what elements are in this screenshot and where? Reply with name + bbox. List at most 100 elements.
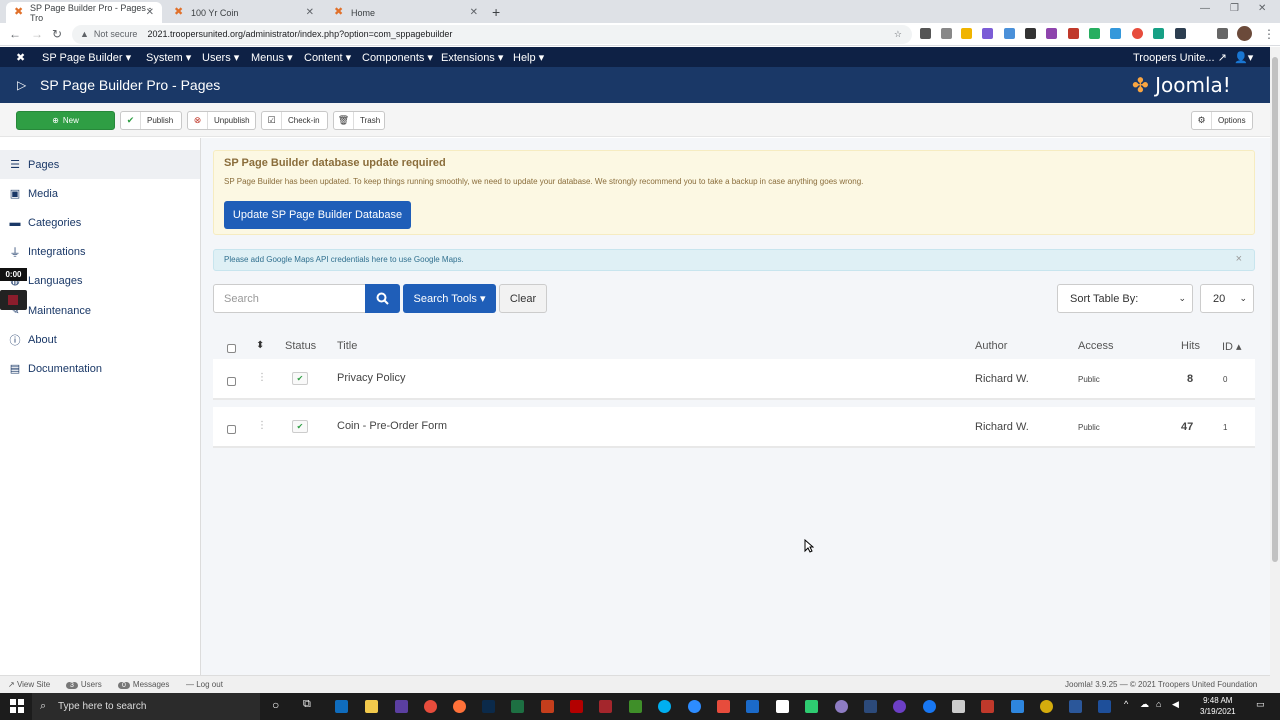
app-icon[interactable]: [981, 700, 994, 713]
record-stop-button[interactable]: [0, 290, 27, 310]
browser-tab-home[interactable]: ✖ Home ✕: [326, 2, 486, 23]
profile-avatar[interactable]: [1237, 26, 1252, 41]
published-check-icon[interactable]: ✔: [292, 372, 308, 385]
app-icon[interactable]: [717, 700, 730, 713]
sort-table-select[interactable]: Sort Table By: ⌄: [1057, 284, 1193, 313]
volume-icon[interactable]: ◀: [1172, 699, 1179, 710]
search-input[interactable]: Search: [213, 284, 366, 313]
row-checkbox[interactable]: [227, 425, 236, 434]
nav-content[interactable]: Content ▾: [304, 51, 351, 64]
word-icon[interactable]: [1069, 700, 1082, 713]
bookmark-star-icon[interactable]: ☆: [894, 25, 902, 44]
sidebar-item-maintenance[interactable]: ✎ Maintenance: [0, 296, 200, 325]
extension-icon[interactable]: [1068, 28, 1079, 39]
windows-start-icon[interactable]: [10, 699, 24, 713]
publish-button[interactable]: ✔ Publish: [120, 111, 182, 130]
header-hits[interactable]: Hits: [1181, 340, 1200, 352]
onedrive-icon[interactable]: ☁: [1140, 699, 1149, 710]
row-author[interactable]: Richard W.: [975, 421, 1029, 433]
sidebar-item-languages[interactable]: ◍ Languages: [0, 266, 200, 295]
extension-icon[interactable]: [961, 28, 972, 39]
taskbar-clock[interactable]: 9:48 AM 3/19/2021: [1200, 695, 1236, 717]
extension-icon[interactable]: [1175, 28, 1186, 39]
filezilla-icon[interactable]: [570, 700, 583, 713]
nav-help[interactable]: Help ▾: [513, 51, 544, 64]
ordering-sort-icon[interactable]: ⬍: [256, 340, 264, 351]
extension-icon[interactable]: [1132, 28, 1143, 39]
row-title-link[interactable]: Coin - Pre-Order Form: [337, 420, 447, 432]
network-icon[interactable]: ⌂: [1156, 699, 1161, 709]
users-link[interactable]: 3 Users: [66, 680, 102, 689]
app-icon[interactable]: [1098, 700, 1111, 713]
powerpoint-icon[interactable]: [541, 700, 554, 713]
chrome-icon[interactable]: [424, 700, 437, 713]
header-title[interactable]: Title: [337, 340, 357, 352]
cortana-icon[interactable]: ○: [272, 698, 279, 712]
nav-components[interactable]: Components ▾: [362, 51, 433, 64]
forward-icon[interactable]: →: [31, 27, 43, 41]
app-icon[interactable]: [746, 700, 759, 713]
outlook-icon[interactable]: [335, 700, 348, 713]
puzzle-extensions-icon[interactable]: [1217, 28, 1228, 39]
close-icon[interactable]: ×: [1236, 253, 1242, 265]
header-access[interactable]: Access: [1078, 340, 1113, 352]
row-checkbox[interactable]: [227, 377, 236, 386]
file-explorer-icon[interactable]: [365, 700, 378, 713]
url-field[interactable]: ▲ Not secure 2021.troopersunited.org/admin…: [72, 25, 912, 44]
search-tools-button[interactable]: Search Tools ▾: [403, 284, 496, 313]
nav-sp-page-builder[interactable]: SP Page Builder ▾: [42, 51, 131, 64]
new-button[interactable]: ⊕ New: [16, 111, 115, 130]
unpublish-button[interactable]: ⊗ Unpublish: [187, 111, 256, 130]
select-all-checkbox[interactable]: [227, 344, 236, 353]
zoom-icon[interactable]: [688, 700, 701, 713]
sidebar-item-categories[interactable]: ▬ Categories: [0, 208, 200, 237]
header-status[interactable]: Status: [285, 340, 316, 352]
app-icon[interactable]: [1011, 700, 1024, 713]
header-id[interactable]: ID ▴: [1222, 340, 1242, 353]
notifications-icon[interactable]: ▭: [1256, 699, 1265, 710]
browser-tab-active[interactable]: ✖ SP Page Builder Pro - Pages - Tro ✕: [6, 2, 162, 23]
trash-button[interactable]: 🗑 Trash: [333, 111, 385, 130]
joomla-menu-icon[interactable]: ✖: [16, 51, 25, 64]
excel-icon[interactable]: [511, 700, 524, 713]
app-icon[interactable]: [952, 700, 965, 713]
back-icon[interactable]: ←: [9, 27, 21, 41]
app-icon[interactable]: [864, 700, 877, 713]
app-icon[interactable]: [835, 700, 848, 713]
tray-chevron-icon[interactable]: ^: [1124, 699, 1128, 709]
search-button[interactable]: [365, 284, 400, 313]
extension-icon[interactable]: [1046, 28, 1057, 39]
header-author[interactable]: Author: [975, 340, 1007, 352]
extension-icon[interactable]: [1153, 28, 1164, 39]
window-close-icon[interactable]: ✕: [1258, 3, 1266, 14]
list-limit-select[interactable]: 20 ⌄: [1200, 284, 1254, 313]
sidebar-item-pages[interactable]: ☰ Pages: [0, 150, 200, 179]
extension-icon[interactable]: [1089, 28, 1100, 39]
published-check-icon[interactable]: ✔: [292, 420, 308, 433]
browser-menu-icon[interactable]: ⋮: [1263, 27, 1275, 41]
extension-icon[interactable]: [941, 28, 952, 39]
drag-handle-icon[interactable]: ⋮: [257, 372, 267, 383]
minimize-icon[interactable]: —: [1200, 3, 1210, 14]
view-site-link[interactable]: ↗ View Site: [8, 680, 50, 689]
app-icon[interactable]: [629, 700, 642, 713]
drag-handle-icon[interactable]: ⋮: [257, 420, 267, 431]
row-author[interactable]: Richard W.: [975, 373, 1029, 385]
tab-close-icon[interactable]: ✕: [146, 7, 154, 18]
tab-close-icon[interactable]: ✕: [306, 7, 314, 18]
nav-site-link[interactable]: Troopers Unite... ↗: [1133, 51, 1227, 64]
photoshop-icon[interactable]: [482, 700, 495, 713]
extension-icon[interactable]: [1110, 28, 1121, 39]
extension-icon[interactable]: [920, 28, 931, 39]
reload-icon[interactable]: ↻: [52, 27, 62, 41]
scrollbar-thumb[interactable]: [1272, 57, 1278, 562]
sidebar-item-about[interactable]: ⓘ About: [0, 325, 200, 354]
options-button[interactable]: ⚙ Options: [1191, 111, 1253, 130]
firefox-icon[interactable]: [453, 700, 466, 713]
nav-menus[interactable]: Menus ▾: [251, 51, 293, 64]
nav-extensions[interactable]: Extensions ▾: [441, 51, 503, 64]
app-icon[interactable]: [776, 700, 789, 713]
user-menu-icon[interactable]: 👤▾: [1234, 51, 1253, 64]
tab-close-icon[interactable]: ✕: [470, 7, 478, 18]
app-icon[interactable]: [893, 700, 906, 713]
